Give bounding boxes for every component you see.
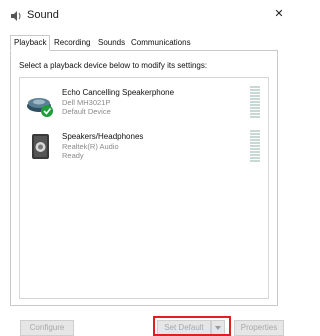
device-item-speakers-headphones[interactable]: Speakers/Headphones Realtek(R) Audio Rea… — [20, 128, 268, 168]
device-name: Echo Cancelling Speakerphone — [62, 88, 175, 97]
close-button[interactable]: ✕ — [273, 7, 285, 21]
tab-strip: Playback Recording Sounds Communications — [10, 35, 278, 51]
speakerphone-icon — [27, 98, 53, 117]
sound-dialog: Sound ✕ Playback Recording Sounds Commun… — [0, 0, 287, 336]
configure-button[interactable]: Configure — [20, 320, 74, 336]
speaker-icon — [32, 134, 49, 159]
properties-button[interactable]: Properties — [234, 320, 284, 336]
default-check-icon — [41, 105, 53, 117]
title-bar: Sound ✕ — [0, 0, 287, 30]
device-model: Realtek(R) Audio — [62, 142, 119, 151]
device-list: Echo Cancelling Speakerphone Dell MH3021… — [19, 77, 269, 299]
device-status: Default Device — [62, 107, 111, 116]
device-model: Dell MH3021P — [62, 98, 111, 107]
tab-recording[interactable]: Recording — [51, 36, 93, 49]
playback-panel: Select a playback device below to modify… — [10, 50, 278, 306]
tab-playback[interactable]: Playback — [10, 35, 51, 51]
device-name: Speakers/Headphones — [62, 132, 144, 141]
speaker-title-icon — [11, 11, 21, 21]
device-item-echo-speakerphone[interactable]: Echo Cancelling Speakerphone Dell MH3021… — [20, 84, 268, 124]
tab-sounds[interactable]: Sounds — [95, 36, 128, 49]
set-default-button[interactable]: Set Default — [157, 320, 211, 336]
window-title: Sound — [27, 9, 59, 21]
tab-communications[interactable]: Communications — [128, 36, 194, 49]
instruction-text: Select a playback device below to modify… — [19, 61, 208, 70]
device-status: Ready — [62, 151, 84, 160]
volume-level-meter — [250, 130, 260, 164]
volume-level-meter — [250, 86, 260, 120]
set-default-dropdown-icon[interactable] — [211, 320, 225, 336]
